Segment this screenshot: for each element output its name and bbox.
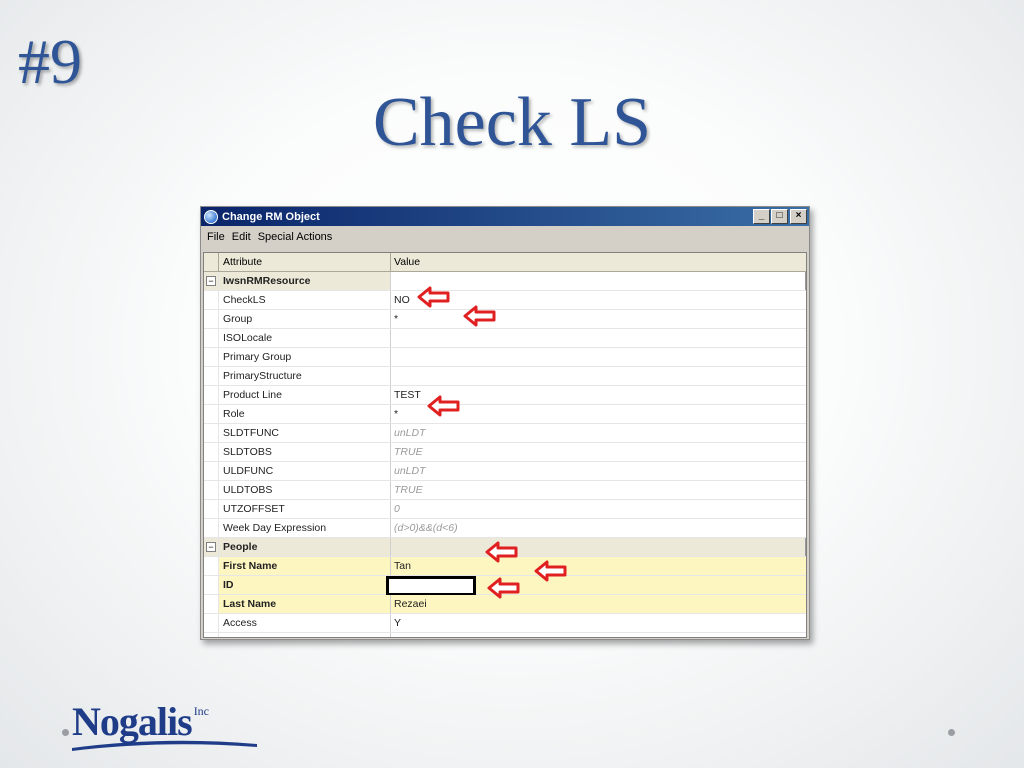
value-cell[interactable]: unLDT [391,424,806,442]
attribute-cell: SLDTOBS [219,443,391,461]
category-label: People [219,538,391,556]
menu-edit[interactable]: Edit [232,231,251,243]
red-arrow-icon [487,577,520,599]
table-row[interactable]: ULDFUNC unLDT [204,462,806,481]
value-cell[interactable]: unLDT [391,462,806,480]
table-row[interactable]: SLDTFUNC unLDT [204,424,806,443]
table-row[interactable]: Week Day Expression (d>0)&&(d<6) [204,519,806,538]
attribute-cell: PrimaryStructure [219,367,391,385]
menu-special-actions[interactable]: Special Actions [258,231,333,243]
column-header-value[interactable]: Value [391,253,806,271]
attribute-cell: First Name [219,557,391,575]
maximize-button[interactable]: □ [771,209,788,224]
value-cell[interactable]: NO [391,291,806,309]
attribute-cell: Product Line [219,386,391,404]
value-cell[interactable] [391,633,806,637]
table-row[interactable]: ISOLocale [204,329,806,348]
red-arrow-icon [534,560,567,582]
value-cell[interactable] [391,348,806,366]
value-cell[interactable]: Y [391,614,806,632]
attribute-cell: UTZOFFSET [219,500,391,518]
change-rm-object-window: Change RM Object _ □ × File Edit Special… [200,206,810,640]
attribute-cell: AccountingUnitControl [219,633,391,637]
value-cell[interactable]: * [391,310,806,328]
red-arrow-icon [417,286,450,308]
value-cell[interactable]: Rezaei [391,595,806,613]
category-value-cell[interactable] [391,272,806,290]
attribute-cell: SLDTFUNC [219,424,391,442]
value-cell[interactable]: Tan [391,557,806,575]
collapse-icon[interactable]: − [206,542,216,552]
attribute-cell: Role [219,405,391,423]
close-button[interactable]: × [790,209,807,224]
table-row[interactable]: SLDTOBS TRUE [204,443,806,462]
table-row[interactable]: CheckLS NO [204,291,806,310]
table-row[interactable]: Product Line TEST [204,386,806,405]
grid-header: Attribute Value [204,253,806,272]
attribute-cell: Primary Group [219,348,391,366]
slide-title: Check LS [372,84,652,161]
attribute-cell: ULDFUNC [219,462,391,480]
attribute-cell: ISOLocale [219,329,391,347]
attribute-cell: ULDTOBS [219,481,391,499]
globe-icon [204,209,218,224]
value-cell[interactable] [391,329,806,347]
value-cell[interactable]: 0 [391,500,806,518]
column-header-attribute[interactable]: Attribute [219,253,391,271]
red-arrow-icon [485,541,518,563]
attribute-cell: Group [219,310,391,328]
minimize-button[interactable]: _ [753,209,770,224]
table-row[interactable]: Group * [204,310,806,329]
value-cell[interactable]: TRUE [391,443,806,461]
table-row[interactable]: AccountingUnitControl [204,633,806,637]
attribute-cell: Access [219,614,391,632]
category-value-cell [391,538,806,556]
attribute-cell: CheckLS [219,291,391,309]
logo-swoosh-icon [72,740,257,751]
category-row-iwsnrmresource[interactable]: − IwsnRMResource [204,272,806,291]
attribute-cell: Week Day Expression [219,519,391,537]
table-row[interactable]: ULDTOBS TRUE [204,481,806,500]
window-titlebar[interactable]: Change RM Object _ □ × [201,207,809,226]
red-arrow-icon [427,395,460,417]
red-arrow-icon [463,305,496,327]
decor-dot [62,729,69,736]
table-row[interactable]: Role * [204,405,806,424]
menu-bar: File Edit Special Actions [201,226,809,248]
value-cell[interactable]: TRUE [391,481,806,499]
window-title: Change RM Object [222,210,320,223]
slide-number: #9 [18,26,82,97]
logo-suffix: Inc [193,704,210,718]
redaction-box [386,576,476,596]
menu-file[interactable]: File [207,231,225,243]
nogalis-logo: Nogalis Inc [72,699,257,751]
table-row[interactable]: UTZOFFSET 0 [204,500,806,519]
table-row[interactable]: Access Y [204,614,806,633]
attribute-cell: ID [219,576,391,594]
decor-dot [948,729,955,736]
table-row[interactable]: PrimaryStructure [204,367,806,386]
collapse-icon[interactable]: − [206,276,216,286]
table-row[interactable]: Primary Group [204,348,806,367]
attribute-cell: Last Name [219,595,391,613]
value-cell[interactable] [391,367,806,385]
logo-name: Nogalis [72,699,193,744]
category-label: IwsnRMResource [219,272,391,290]
value-cell[interactable]: (d>0)&&(d<6) [391,519,806,537]
